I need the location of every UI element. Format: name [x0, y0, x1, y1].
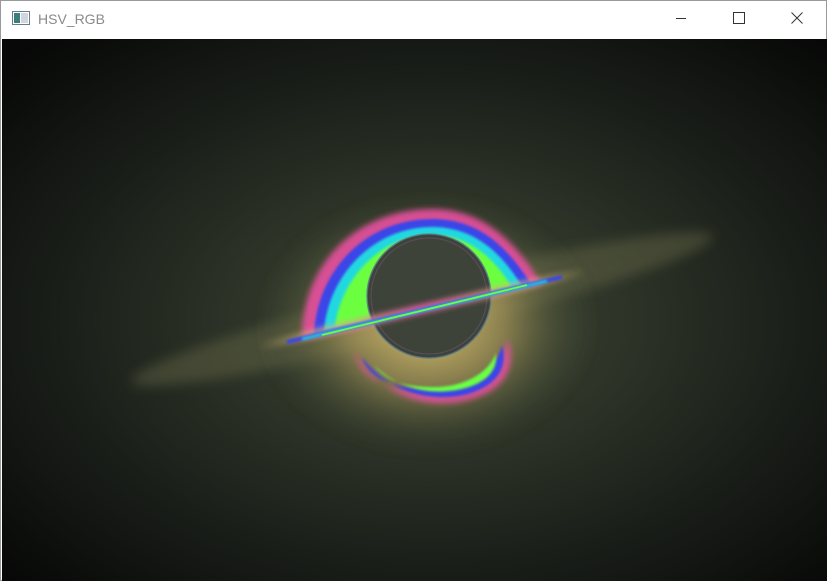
maximize-button[interactable]: [716, 1, 762, 38]
image-canvas: [2, 39, 827, 581]
minimize-icon: [675, 11, 687, 29]
black-hole-image: [2, 39, 827, 581]
minimize-button[interactable]: [658, 1, 704, 38]
maximize-icon: [733, 11, 745, 29]
app-window: HSV_RGB: [0, 0, 827, 581]
title-bar[interactable]: HSV_RGB: [1, 1, 826, 38]
close-icon: [791, 11, 803, 29]
close-button[interactable]: [774, 1, 820, 38]
opencv-window-icon: [12, 11, 30, 25]
window-title: HSV_RGB: [38, 11, 105, 27]
